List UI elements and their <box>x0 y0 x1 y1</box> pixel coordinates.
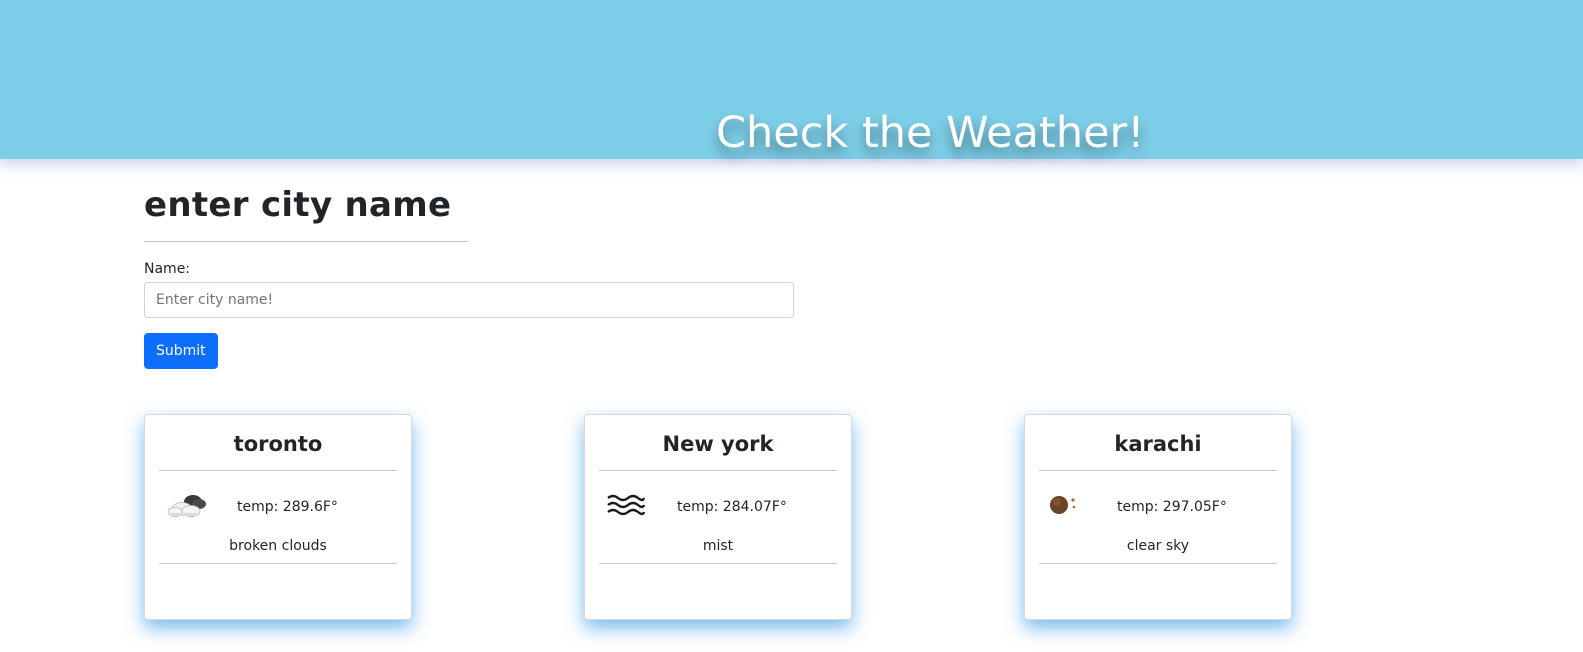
mist-icon <box>607 494 646 516</box>
card-divider <box>1039 470 1277 471</box>
submit-button[interactable]: Submit <box>144 333 218 369</box>
card-temp-row: temp: 284.07F° <box>585 483 851 533</box>
weather-description: mist <box>702 538 734 554</box>
name-label: Name: <box>144 261 191 277</box>
broken-clouds-icon <box>167 495 206 517</box>
card-divider <box>1039 563 1277 564</box>
card-divider <box>599 563 837 564</box>
card-city-name: toronto <box>233 432 323 456</box>
heading-divider <box>144 241 468 242</box>
weather-description: clear sky <box>1126 538 1190 554</box>
card-divider <box>159 470 397 471</box>
card-divider <box>159 563 397 564</box>
card-city-name: New york <box>662 432 774 456</box>
city-name-input[interactable] <box>144 282 794 318</box>
card-divider <box>599 470 837 471</box>
weather-card-new-york: New york temp: 284.07F° mist <box>584 414 852 620</box>
temperature-text: temp: 289.6F° <box>237 499 338 515</box>
weather-description: broken clouds <box>229 538 327 554</box>
city-form: enter city name Name: Submit <box>144 183 794 369</box>
clear-sky-icon <box>1050 496 1076 514</box>
header-banner: Check the Weather! <box>0 0 1583 159</box>
temperature-text: temp: 297.05F° <box>1117 499 1227 515</box>
card-city-name: karachi <box>1114 432 1202 456</box>
card-temp-row: temp: 289.6F° <box>145 483 411 533</box>
form-heading: enter city name <box>144 185 452 225</box>
weather-card-toronto: toronto temp: 289.6F° broken clouds <box>144 414 412 620</box>
card-temp-row: temp: 297.05F° <box>1025 483 1291 533</box>
weather-card-karachi: karachi temp: 297.05F° clear sky <box>1024 414 1292 620</box>
temperature-text: temp: 284.07F° <box>677 499 787 515</box>
banner-title: Check the Weather! <box>716 108 1145 158</box>
